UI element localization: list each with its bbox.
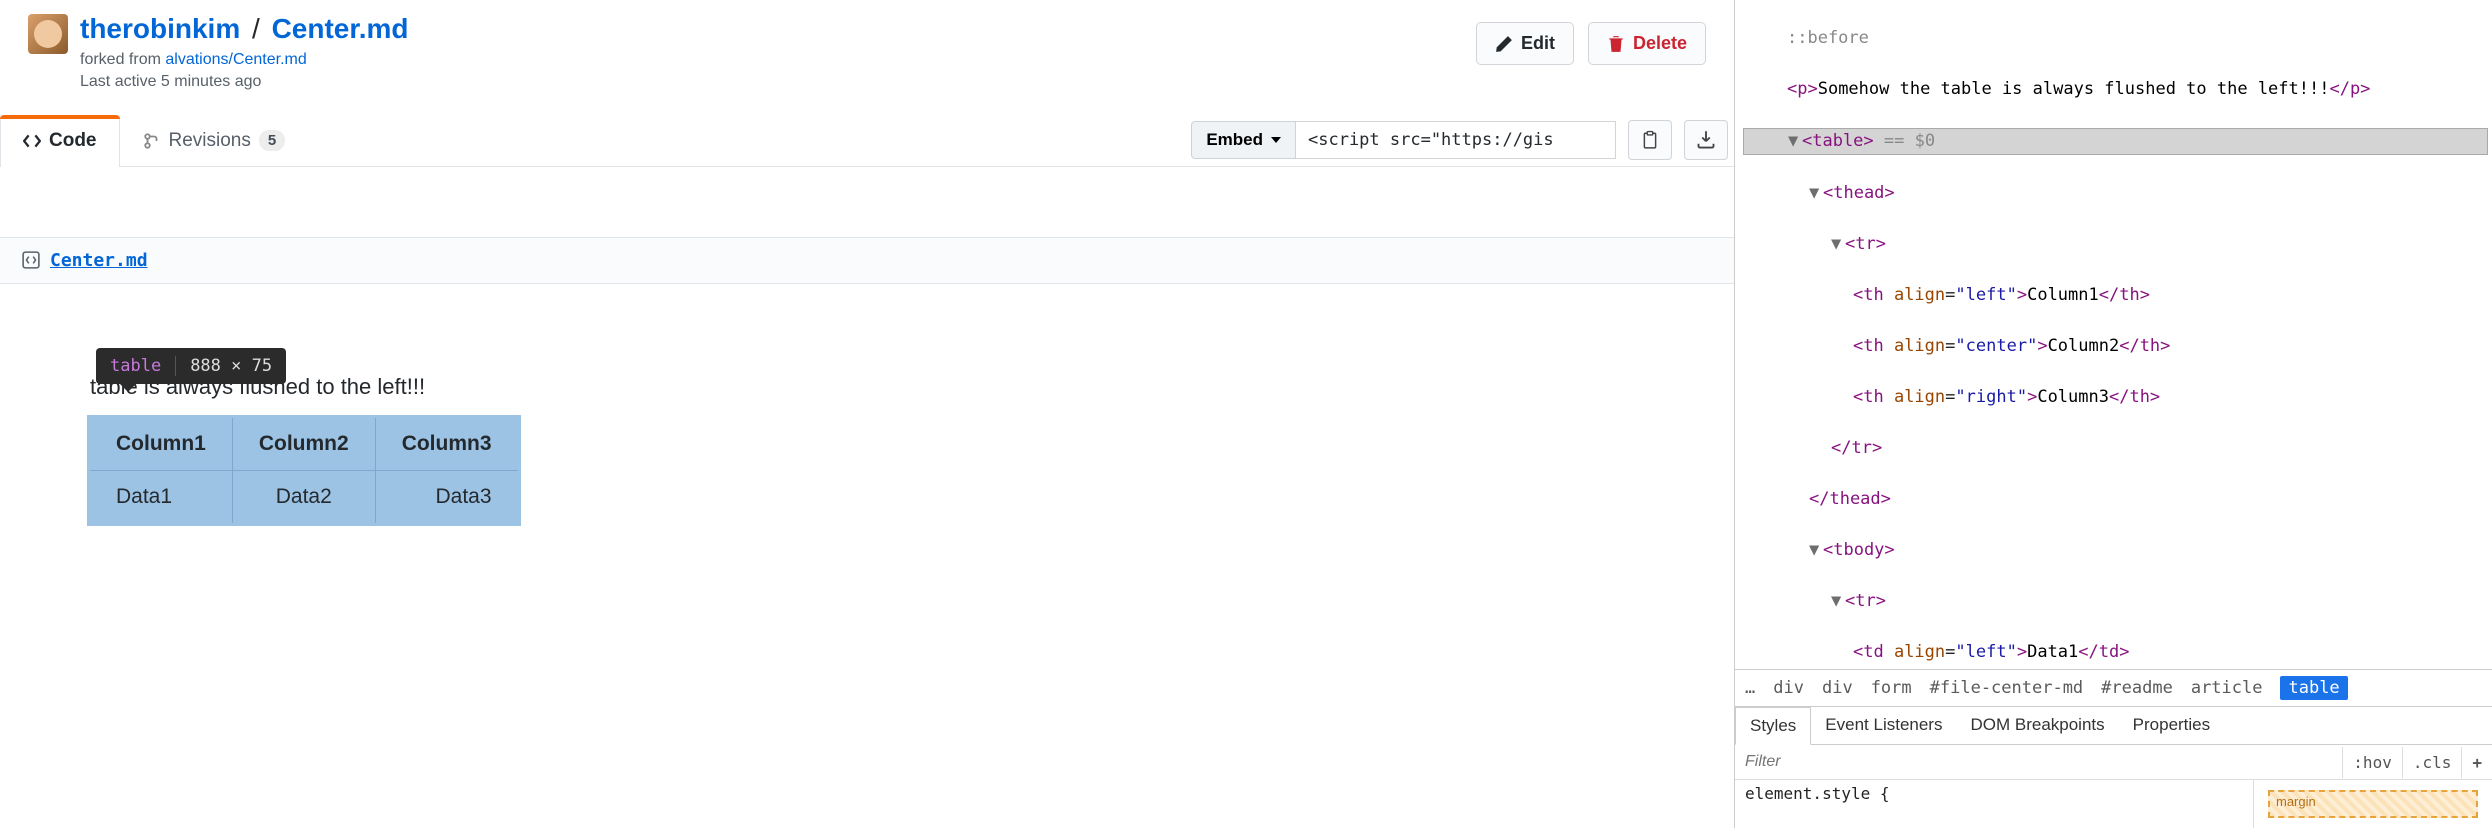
code-square-icon xyxy=(22,251,40,269)
dom-node[interactable]: <th align="center">Column2</th> xyxy=(1743,334,2492,360)
gist-actions: Edit Delete xyxy=(1476,22,1706,65)
dom-node[interactable]: ▼<tr> xyxy=(1743,589,2492,615)
breadcrumb-sep: / xyxy=(252,13,260,44)
crumb[interactable]: form xyxy=(1871,678,1912,698)
tabs: Code Revisions 5 xyxy=(0,115,308,166)
embed-group: Embed xyxy=(1191,120,1734,160)
crumb[interactable]: article xyxy=(2191,678,2263,698)
crumb[interactable]: … xyxy=(1745,678,1755,698)
table-cell: Data3 xyxy=(375,470,517,523)
dom-node[interactable]: <th align="right">Column3</th> xyxy=(1743,385,2492,411)
fork-source: forked from alvations/Center.md xyxy=(80,51,409,69)
cls-toggle[interactable]: .cls xyxy=(2402,747,2462,778)
tab-revisions[interactable]: Revisions 5 xyxy=(120,115,309,166)
element-inspect-tooltip: table 888 × 75 xyxy=(96,348,286,384)
copy-button[interactable] xyxy=(1628,120,1672,160)
last-active: Last active 5 minutes ago xyxy=(80,73,409,91)
table-cell: Data2 xyxy=(232,470,375,523)
gist-name-link[interactable]: Center.md xyxy=(272,13,409,44)
dom-node[interactable]: <td align="left">Data1</td> xyxy=(1743,640,2492,666)
edit-button[interactable]: Edit xyxy=(1476,22,1574,65)
clipboard-icon xyxy=(1641,130,1659,150)
crumb[interactable]: div xyxy=(1773,678,1804,698)
hov-toggle[interactable]: :hov xyxy=(2342,747,2402,778)
rendered-markdown: table 888 × 75 table is always flushed t… xyxy=(0,284,1734,563)
tab-event-listeners[interactable]: Event Listeners xyxy=(1811,707,1956,744)
crumb[interactable]: #file-center-md xyxy=(1930,678,2084,698)
dom-node[interactable]: ▼<tr> xyxy=(1743,232,2492,258)
header-left: therobinkim / Center.md forked from alva… xyxy=(28,14,409,91)
dom-node[interactable]: ▼<tbody> xyxy=(1743,538,2492,564)
styles-filter-bar: :hov .cls + xyxy=(1735,745,2492,780)
tooltip-tag: table xyxy=(110,356,161,376)
table-cell: Data1 xyxy=(90,470,232,523)
styles-filter-input[interactable] xyxy=(1735,745,2342,779)
download-zip-button[interactable] xyxy=(1684,120,1728,160)
elements-panel[interactable]: ::before <p>Somehow the table is always … xyxy=(1735,0,2492,669)
caret-down-icon xyxy=(1271,137,1281,143)
embed-dropdown[interactable]: Embed xyxy=(1191,121,1296,159)
tab-bar: Code Revisions 5 Embed xyxy=(0,115,1734,167)
avatar[interactable] xyxy=(28,14,68,54)
crumb[interactable]: #readme xyxy=(2101,678,2173,698)
box-model[interactable]: margin xyxy=(2254,780,2492,828)
rendered-paragraph: table is always flushed to the left!!! xyxy=(90,374,1644,400)
styles-panel: Styles Event Listeners DOM Breakpoints P… xyxy=(1735,707,2492,828)
devtools: ::before <p>Somehow the table is always … xyxy=(1735,0,2492,828)
col-header: Column2 xyxy=(232,418,375,471)
delete-button[interactable]: Delete xyxy=(1588,22,1706,65)
styles-tabs: Styles Event Listeners DOM Breakpoints P… xyxy=(1735,707,2492,745)
owner-link[interactable]: therobinkim xyxy=(80,13,240,44)
table-header-row: Column1 Column2 Column3 xyxy=(90,418,518,471)
crumb-selected[interactable]: table xyxy=(2280,676,2347,700)
file-name-link[interactable]: Center.md xyxy=(50,250,148,271)
tab-code[interactable]: Code xyxy=(0,115,120,166)
dom-breadcrumb: … div div form #file-center-md #readme a… xyxy=(1735,669,2492,707)
fork-source-link[interactable]: alvations/Center.md xyxy=(165,51,306,68)
revisions-icon xyxy=(143,132,161,150)
box-margin: margin xyxy=(2268,790,2478,818)
crumb[interactable]: div xyxy=(1822,678,1853,698)
trash-icon xyxy=(1607,35,1625,53)
code-icon xyxy=(23,132,41,150)
dom-node[interactable]: </thead> xyxy=(1743,487,2492,513)
tooltip-dimensions: 888 × 75 xyxy=(175,356,272,376)
col-header: Column1 xyxy=(90,418,232,471)
breadcrumb: therobinkim / Center.md xyxy=(80,14,409,45)
new-style-rule-button[interactable]: + xyxy=(2461,747,2492,778)
style-rules[interactable]: element.style { xyxy=(1735,780,2254,828)
rendered-table: Column1 Column2 Column3 Data1 Data2 Data… xyxy=(90,418,518,523)
tab-properties[interactable]: Properties xyxy=(2119,707,2224,744)
download-icon xyxy=(1696,130,1716,150)
dom-node-selected[interactable]: ▼<table> == $0 xyxy=(1743,128,2488,156)
file-header: Center.md xyxy=(0,237,1734,284)
table-row: Data1 Data2 Data3 xyxy=(90,470,518,523)
title-block: therobinkim / Center.md forked from alva… xyxy=(80,14,409,91)
dom-pseudo[interactable]: ::before xyxy=(1743,26,2492,52)
gist-header: therobinkim / Center.md forked from alva… xyxy=(0,0,1734,91)
embed-url-input[interactable] xyxy=(1296,121,1616,159)
dom-node[interactable]: <p>Somehow the table is always flushed t… xyxy=(1743,77,2492,103)
col-header: Column3 xyxy=(375,418,517,471)
dom-node[interactable]: ▼<thead> xyxy=(1743,181,2492,207)
styles-body: element.style { margin xyxy=(1735,780,2492,828)
revisions-count: 5 xyxy=(259,130,285,151)
dom-node[interactable]: </tr> xyxy=(1743,436,2492,462)
tab-dom-breakpoints[interactable]: DOM Breakpoints xyxy=(1956,707,2118,744)
pencil-icon xyxy=(1495,35,1513,53)
tab-styles[interactable]: Styles xyxy=(1735,707,1811,745)
gist-page: therobinkim / Center.md forked from alva… xyxy=(0,0,1735,828)
dom-node[interactable]: <th align="left">Column1</th> xyxy=(1743,283,2492,309)
